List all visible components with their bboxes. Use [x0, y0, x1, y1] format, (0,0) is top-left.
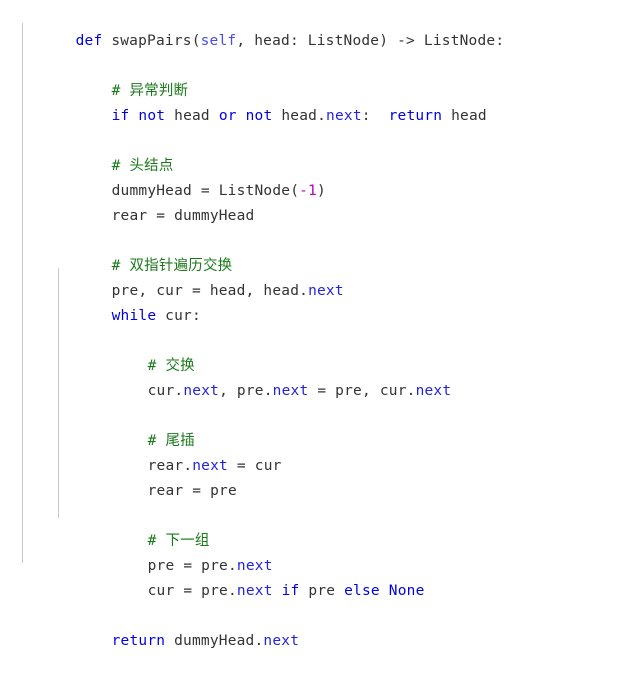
code-viewer[interactable]: def swapPairs(self, head: ListNode) -> L…	[0, 0, 625, 649]
token-attribute-next: next	[236, 583, 273, 599]
token-comment: # 头结点	[111, 158, 174, 174]
token-attribute-next: next	[183, 383, 220, 399]
code-line[interactable]: def swapPairs(self, head: ListNode) -> L…	[0, 4, 504, 49]
token-comment: # 双指针遍历交换	[111, 258, 233, 274]
token-comment: # 异常判断	[111, 83, 189, 99]
token-paren-close: )	[317, 183, 326, 199]
token-expr-part: cur = pre.	[147, 583, 237, 599]
token-expr-part: = pre, cur.	[308, 383, 416, 399]
code-line[interactable]: return dummyHead.next	[0, 604, 504, 649]
token-comment: # 尾插	[147, 433, 195, 449]
code-line[interactable]: cur.next, pre.next = pre, cur.next	[0, 354, 504, 399]
token-keyword-def: def	[75, 33, 103, 49]
token-keyword-not: not	[245, 108, 273, 124]
code-line[interactable]: # 异常判断	[0, 54, 504, 99]
token-keyword-while: while	[111, 308, 157, 324]
token-identifier-head: head	[281, 108, 318, 124]
token-attribute-next: next	[308, 283, 344, 299]
token-attribute-next: next	[263, 633, 300, 649]
token-identifier-head: head	[451, 108, 487, 124]
token-expr-part: = cur	[227, 458, 282, 474]
code-line[interactable]: # 尾插	[0, 404, 504, 449]
token-expr-part: pre = pre.	[147, 558, 237, 574]
token-expr-part: cur.	[147, 383, 184, 399]
token-dot: .	[317, 108, 327, 124]
code-line[interactable]: rear.next = cur	[0, 429, 504, 474]
token-keyword-else: else	[344, 583, 380, 599]
token-attribute-next: next	[326, 108, 362, 124]
token-assignment-rear: rear = dummyHead	[111, 208, 255, 224]
token-assignment-pre-cur: pre, cur = head, head.	[111, 283, 309, 299]
token-keyword-none: None	[388, 583, 425, 599]
token-attribute-next: next	[272, 383, 309, 399]
token-expr-part: rear.	[147, 458, 193, 474]
code-line[interactable]: # 下一组	[0, 504, 504, 549]
token-attribute-next: next	[192, 458, 228, 474]
token-comment: # 下一组	[147, 533, 210, 549]
token-assignment-rear: rear = pre	[147, 483, 237, 499]
token-keyword-return: return	[111, 633, 166, 649]
code-lines: def swapPairs(self, head: ListNode) -> L…	[0, 0, 504, 649]
token-keyword-return: return	[388, 108, 443, 124]
token-colon: :	[361, 108, 371, 124]
token-number: -1	[299, 183, 317, 199]
token-self: self	[200, 33, 237, 49]
code-line[interactable]: pre = pre.next	[0, 529, 504, 574]
token-keyword-if: if	[111, 108, 130, 124]
token-signature-rest: , head: ListNode) -> ListNode:	[236, 33, 505, 49]
token-expr-part: , pre.	[219, 383, 273, 399]
token-assignment-dummyhead: dummyHead = ListNode(	[111, 183, 300, 199]
token-comment: # 交换	[147, 358, 195, 374]
token-identifier-cur: cur:	[156, 308, 201, 324]
token-keyword-not: not	[138, 108, 166, 124]
token-keyword-if: if	[281, 583, 300, 599]
code-line-blank[interactable]	[0, 479, 504, 504]
token-expr-part: dummyHead.	[165, 633, 264, 649]
token-function-name: swapPairs(	[102, 33, 201, 49]
token-identifier-pre: pre	[299, 583, 345, 599]
token-attribute-next: next	[236, 558, 273, 574]
token-attribute-next: next	[415, 383, 452, 399]
token-identifier-head: head	[174, 108, 210, 124]
token-keyword-or: or	[218, 108, 237, 124]
